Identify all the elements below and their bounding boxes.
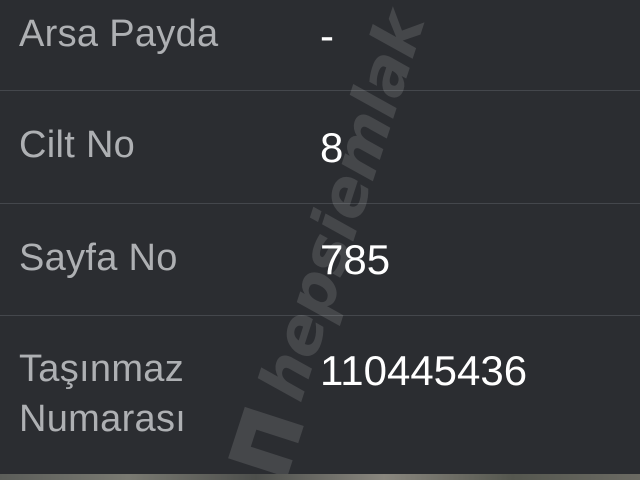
detail-label-line2: Numarası bbox=[19, 398, 187, 440]
detail-label: Taşınmaz bbox=[19, 348, 185, 390]
detail-label: Cilt No bbox=[19, 124, 136, 166]
detail-row-arsa-payda: Arsa Payda - bbox=[0, 0, 640, 90]
detail-value: - bbox=[320, 12, 334, 59]
detail-row-cilt-no: Cilt No 8 bbox=[0, 91, 640, 203]
photo-edge-strip bbox=[0, 474, 640, 480]
detail-row-sayfa-no: Sayfa No 785 bbox=[0, 204, 640, 315]
detail-label: Sayfa No bbox=[19, 237, 178, 279]
detail-row-tasinmaz-numarasi: Taşınmaz Numarası 110445436 bbox=[0, 316, 640, 474]
property-details-panel: Arsa Payda - Cilt No 8 Sayfa No 785 Taşı… bbox=[0, 0, 640, 478]
detail-value: 110445436 bbox=[320, 347, 528, 394]
detail-label: Arsa Payda bbox=[19, 13, 219, 55]
detail-value: 785 bbox=[320, 236, 391, 283]
detail-value: 8 bbox=[320, 124, 344, 171]
